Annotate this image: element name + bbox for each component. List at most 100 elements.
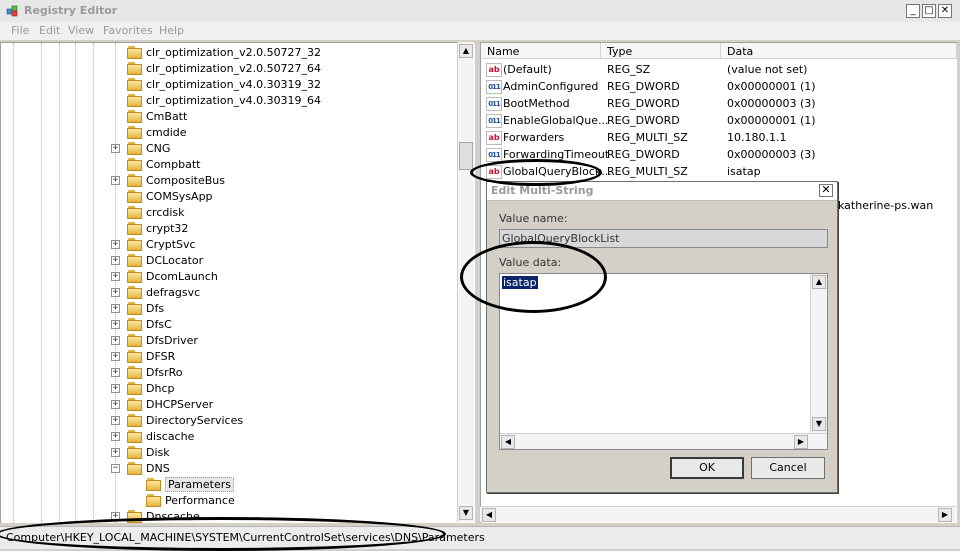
textarea-horizontal-scrollbar[interactable]: ◀ ▶ bbox=[500, 433, 827, 449]
tree-node[interactable]: − DNS bbox=[1, 461, 458, 477]
tree-node[interactable]: clr_optimization_v2.0.50727_32 bbox=[1, 45, 458, 61]
scroll-down-arrow[interactable]: ▼ bbox=[812, 417, 826, 431]
tree-node-label[interactable]: COMSysApp bbox=[146, 190, 213, 203]
expand-icon[interactable]: + bbox=[111, 400, 120, 409]
scroll-right-arrow[interactable]: ▶ bbox=[794, 435, 808, 449]
textarea-vertical-scrollbar[interactable]: ▲ ▼ bbox=[810, 274, 827, 433]
tree-node[interactable]: + DHCPServer bbox=[1, 397, 458, 413]
tree-node[interactable]: + CompositeBus bbox=[1, 173, 458, 189]
tree-node[interactable]: + Disk bbox=[1, 445, 458, 461]
tree-node-label[interactable]: cmdide bbox=[146, 126, 187, 139]
registry-tree[interactable]: clr_optimization_v2.0.50727_32 clr_optimi… bbox=[0, 42, 475, 523]
expand-icon[interactable]: + bbox=[111, 368, 120, 377]
tree-node[interactable]: COMSysApp bbox=[1, 189, 458, 205]
tree-node[interactable]: crcdisk bbox=[1, 205, 458, 221]
scroll-left-arrow[interactable]: ◀ bbox=[482, 508, 496, 522]
expand-icon[interactable]: + bbox=[111, 144, 120, 153]
tree-node-label[interactable]: DFSR bbox=[146, 350, 175, 363]
tree-node[interactable]: + discache bbox=[1, 429, 458, 445]
tree-node-label[interactable]: DNS bbox=[146, 462, 170, 475]
tree-node[interactable]: + Dfs bbox=[1, 301, 458, 317]
tree-node[interactable]: Parameters bbox=[1, 477, 458, 493]
tree-node-label[interactable]: DirectoryServices bbox=[146, 414, 243, 427]
tree-node[interactable]: + DfsC bbox=[1, 317, 458, 333]
tree-node-label[interactable]: CryptSvc bbox=[146, 238, 196, 251]
tree-node-label[interactable]: discache bbox=[146, 430, 194, 443]
tree-node-label[interactable]: Parameters bbox=[165, 477, 234, 492]
tree-node-label[interactable]: Dhcp bbox=[146, 382, 174, 395]
tree-node-label[interactable]: Compbatt bbox=[146, 158, 200, 171]
tree-node[interactable]: + DirectoryServices bbox=[1, 413, 458, 429]
tree-node-label[interactable]: DcomLaunch bbox=[146, 270, 218, 283]
tree-node-label[interactable]: DCLocator bbox=[146, 254, 203, 267]
tree-node-label[interactable]: DfsrRo bbox=[146, 366, 182, 379]
value-row[interactable]: ab (Default) REG_SZ (value not set) bbox=[481, 61, 957, 78]
column-header-type[interactable]: Type bbox=[601, 43, 721, 59]
expand-icon[interactable]: + bbox=[111, 320, 120, 329]
tree-node-label[interactable]: CompositeBus bbox=[146, 174, 225, 187]
tree-node-label[interactable]: DfsC bbox=[146, 318, 172, 331]
tree-node[interactable]: + DcomLaunch bbox=[1, 269, 458, 285]
tree-node[interactable]: Performance bbox=[1, 493, 458, 509]
tree-node-label[interactable]: clr_optimization_v4.0.30319_64 bbox=[146, 94, 321, 107]
column-header-name[interactable]: Name bbox=[481, 43, 601, 59]
value-row[interactable]: 011 EnableGlobalQue... REG_DWORD 0x00000001… bbox=[481, 112, 957, 129]
menu-edit[interactable]: Edit bbox=[39, 24, 60, 37]
tree-node-label[interactable]: Disk bbox=[146, 446, 170, 459]
tree-node[interactable]: + DfsrRo bbox=[1, 365, 458, 381]
tree-node-label[interactable]: Performance bbox=[165, 494, 235, 507]
tree-node-label[interactable]: clr_optimization_v4.0.30319_32 bbox=[146, 78, 321, 91]
tree-node-label[interactable]: CNG bbox=[146, 142, 170, 155]
expand-icon[interactable]: + bbox=[111, 416, 120, 425]
tree-node-label[interactable]: DHCPServer bbox=[146, 398, 213, 411]
tree-node[interactable]: + DfsDriver bbox=[1, 333, 458, 349]
collapse-icon[interactable]: − bbox=[111, 464, 120, 473]
expand-icon[interactable]: + bbox=[111, 432, 120, 441]
ok-button[interactable]: OK bbox=[670, 457, 744, 479]
expand-icon[interactable]: + bbox=[111, 384, 120, 393]
tree-node[interactable]: clr_optimization_v4.0.30319_32 bbox=[1, 77, 458, 93]
menu-help[interactable]: Help bbox=[159, 24, 184, 37]
cancel-button[interactable]: Cancel bbox=[751, 457, 825, 479]
tree-node[interactable]: + Dhcp bbox=[1, 381, 458, 397]
scroll-down-arrow[interactable]: ▼ bbox=[459, 506, 473, 520]
close-button[interactable]: ✕ bbox=[938, 4, 952, 18]
values-horizontal-scrollbar[interactable]: ◀ ▶ bbox=[480, 506, 956, 522]
expand-icon[interactable]: + bbox=[111, 336, 120, 345]
tree-node[interactable]: + CNG bbox=[1, 141, 458, 157]
expand-icon[interactable]: + bbox=[111, 304, 120, 313]
scroll-thumb[interactable] bbox=[459, 142, 473, 170]
tree-node-label[interactable]: crypt32 bbox=[146, 222, 188, 235]
tree-node-label[interactable]: clr_optimization_v2.0.50727_64 bbox=[146, 62, 321, 75]
value-row[interactable]: ab Forwarders REG_MULTI_SZ 10.180.1.1 bbox=[481, 129, 957, 146]
tree-node[interactable]: + defragsvc bbox=[1, 285, 458, 301]
expand-icon[interactable]: + bbox=[111, 352, 120, 361]
minimize-button[interactable]: _ bbox=[906, 4, 920, 18]
tree-node-label[interactable]: Dfs bbox=[146, 302, 164, 315]
value-row[interactable]: 011 AdminConfigured REG_DWORD 0x00000001 (1… bbox=[481, 78, 957, 95]
expand-icon[interactable]: + bbox=[111, 448, 120, 457]
tree-node[interactable]: + DCLocator bbox=[1, 253, 458, 269]
expand-icon[interactable]: + bbox=[111, 240, 120, 249]
scroll-up-arrow[interactable]: ▲ bbox=[812, 275, 826, 289]
close-icon[interactable]: ✕ bbox=[819, 184, 833, 197]
scroll-up-arrow[interactable]: ▲ bbox=[459, 44, 473, 58]
value-row[interactable]: 011 BootMethod REG_DWORD 0x00000003 (3) bbox=[481, 95, 957, 112]
tree-node-label[interactable]: DfsDriver bbox=[146, 334, 198, 347]
tree-node-label[interactable]: clr_optimization_v2.0.50727_32 bbox=[146, 46, 321, 59]
tree-node[interactable]: CmBatt bbox=[1, 109, 458, 125]
tree-node[interactable]: clr_optimization_v2.0.50727_64 bbox=[1, 61, 458, 77]
tree-node[interactable]: + CryptSvc bbox=[1, 237, 458, 253]
tree-node-label[interactable]: defragsvc bbox=[146, 286, 200, 299]
scroll-left-arrow[interactable]: ◀ bbox=[501, 435, 515, 449]
tree-node[interactable]: cmdide bbox=[1, 125, 458, 141]
tree-node[interactable]: Compbatt bbox=[1, 157, 458, 173]
tree-node-label[interactable]: CmBatt bbox=[146, 110, 187, 123]
tree-node-label[interactable]: crcdisk bbox=[146, 206, 185, 219]
menu-file[interactable]: File bbox=[11, 24, 29, 37]
expand-icon[interactable]: + bbox=[111, 176, 120, 185]
expand-icon[interactable]: + bbox=[111, 256, 120, 265]
column-header-data[interactable]: Data bbox=[721, 43, 957, 59]
scroll-right-arrow[interactable]: ▶ bbox=[938, 508, 952, 522]
menu-view[interactable]: View bbox=[68, 24, 94, 37]
